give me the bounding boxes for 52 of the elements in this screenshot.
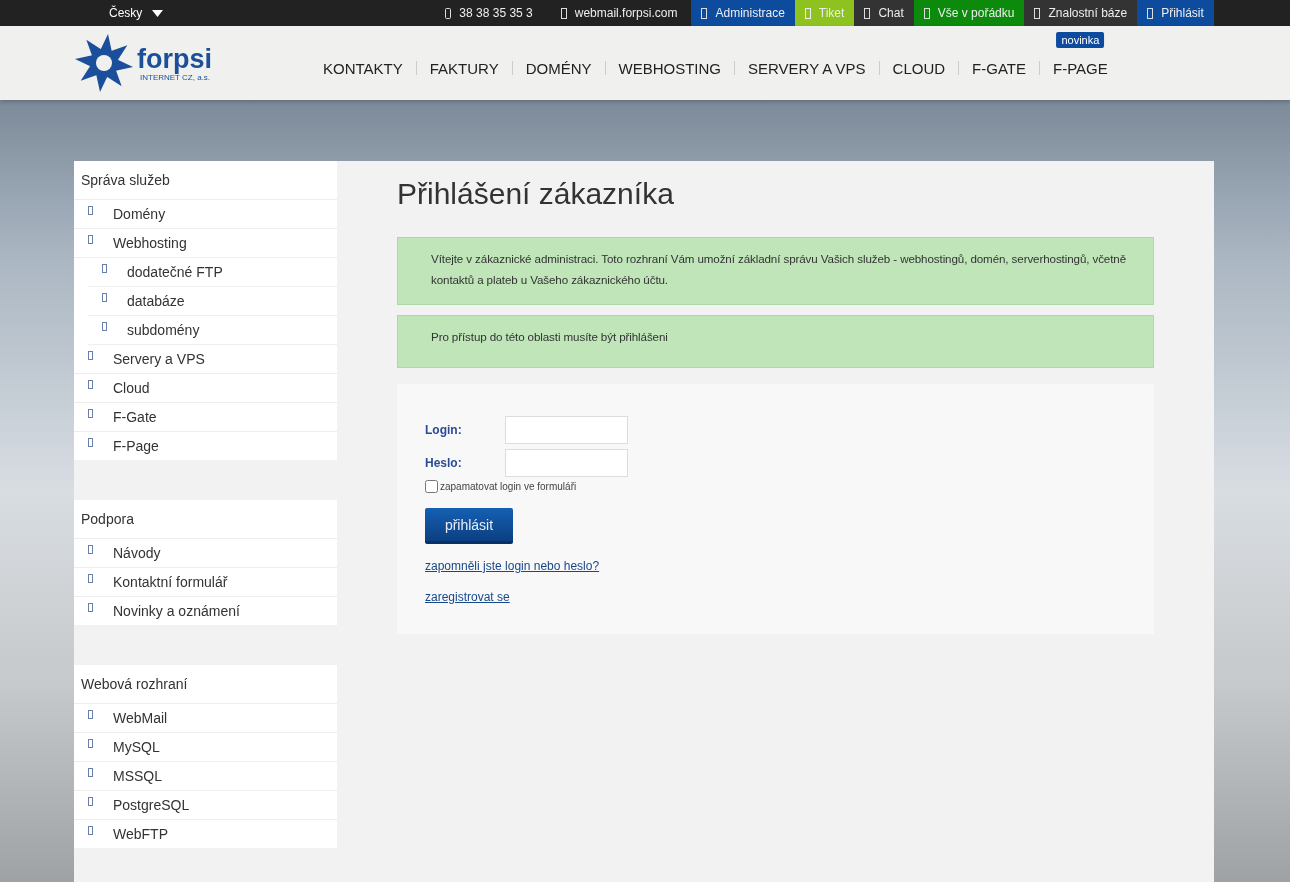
- sidebar-item[interactable]: MySQL: [74, 733, 337, 762]
- sidebar-heading: Podpora: [74, 500, 337, 539]
- sidebar-item[interactable]: Cloud: [74, 374, 337, 403]
- nav-link[interactable]: CLOUD: [881, 59, 957, 77]
- sidebar-item[interactable]: WebMail: [74, 704, 337, 733]
- sidebar-subitem[interactable]: databáze: [88, 287, 337, 316]
- sidebar-subitem[interactable]: dodatečné FTP: [88, 258, 337, 287]
- input-field[interactable]: [505, 416, 628, 444]
- info-notice: Vítejte v zákaznické administraci. Toto rozhraní Vám umožní základní správu Vašich služeb - webhostingů, domén, serverhostingů, včetně kontaktů a plateb u Vašeho zákaznického účtu.: [397, 237, 1154, 305]
- sidebar-item[interactable]: Servery a VPS: [74, 345, 337, 374]
- info-notice: Pro přístup do této oblasti musíte být přihlášeni: [397, 315, 1154, 368]
- remember-checkbox[interactable]: [425, 480, 438, 493]
- nav-link[interactable]: F-PAGE: [1042, 59, 1119, 77]
- field-label: Login:: [425, 423, 463, 437]
- login-button[interactable]: přihlásit: [425, 508, 513, 544]
- new-badge: novinka: [1056, 31, 1105, 48]
- sidebar-heading: Správa služeb: [74, 161, 337, 200]
- top-bar-link[interactable]: Znalostní báze: [1024, 0, 1138, 26]
- sidebar-item[interactable]: F-Gate: [74, 403, 337, 432]
- top-bar-link[interactable]: Administrace: [691, 0, 795, 26]
- nav-link[interactable]: DOMÉNY: [514, 59, 603, 77]
- logo-star-icon: [74, 33, 134, 93]
- sidebar-item[interactable]: WebFTP: [74, 820, 337, 848]
- form-link[interactable]: zaregistrovat se: [425, 590, 510, 604]
- form-link[interactable]: zapomněli jste login nebo heslo?: [425, 559, 600, 573]
- nav-link[interactable]: SERVERY A VPS: [737, 59, 877, 77]
- sidebar-item[interactable]: Novinky a oznámení: [74, 597, 337, 625]
- nav-link[interactable]: FAKTURY: [418, 59, 510, 77]
- checkbox-label: zapamatovat login ve formuláři: [440, 481, 577, 492]
- top-bar-link[interactable]: webmail.forpsi.com: [550, 0, 692, 26]
- sidebar-subitem[interactable]: subdomény: [88, 316, 337, 345]
- top-bar-link[interactable]: Vše v pořádku: [913, 0, 1025, 26]
- top-bar-link[interactable]: 38 38 35 35 3: [435, 0, 551, 26]
- sidebar-item[interactable]: Webhosting: [74, 229, 337, 258]
- logo[interactable]: forpsi INTERNET CZ, a.s.: [74, 33, 212, 93]
- caret-icon: [152, 9, 164, 17]
- sidebar-item[interactable]: Návody: [74, 539, 337, 568]
- language-selector[interactable]: Česky: [109, 6, 143, 20]
- nav-link[interactable]: F-GATE: [961, 59, 1037, 77]
- top-bar-link[interactable]: Chat: [854, 0, 914, 26]
- field-label: Heslo:: [425, 456, 463, 470]
- nav-link[interactable]: KONTAKTY: [312, 59, 414, 77]
- sidebar-item[interactable]: Domény: [74, 200, 337, 229]
- nav-link[interactable]: WEBHOSTING: [607, 59, 732, 77]
- sidebar-item[interactable]: PostgreSQL: [74, 791, 337, 820]
- sidebar-item[interactable]: F-Page: [74, 432, 337, 460]
- sidebar-item[interactable]: MSSQL: [74, 762, 337, 791]
- page-title: Přihlášení zákazníka: [397, 177, 675, 211]
- sidebar-heading: Webová rozhraní: [74, 665, 337, 704]
- top-bar-link[interactable]: Přihlásit: [1137, 0, 1214, 26]
- input-field[interactable]: [505, 449, 628, 477]
- sidebar-item[interactable]: Kontaktní formulář: [74, 568, 337, 597]
